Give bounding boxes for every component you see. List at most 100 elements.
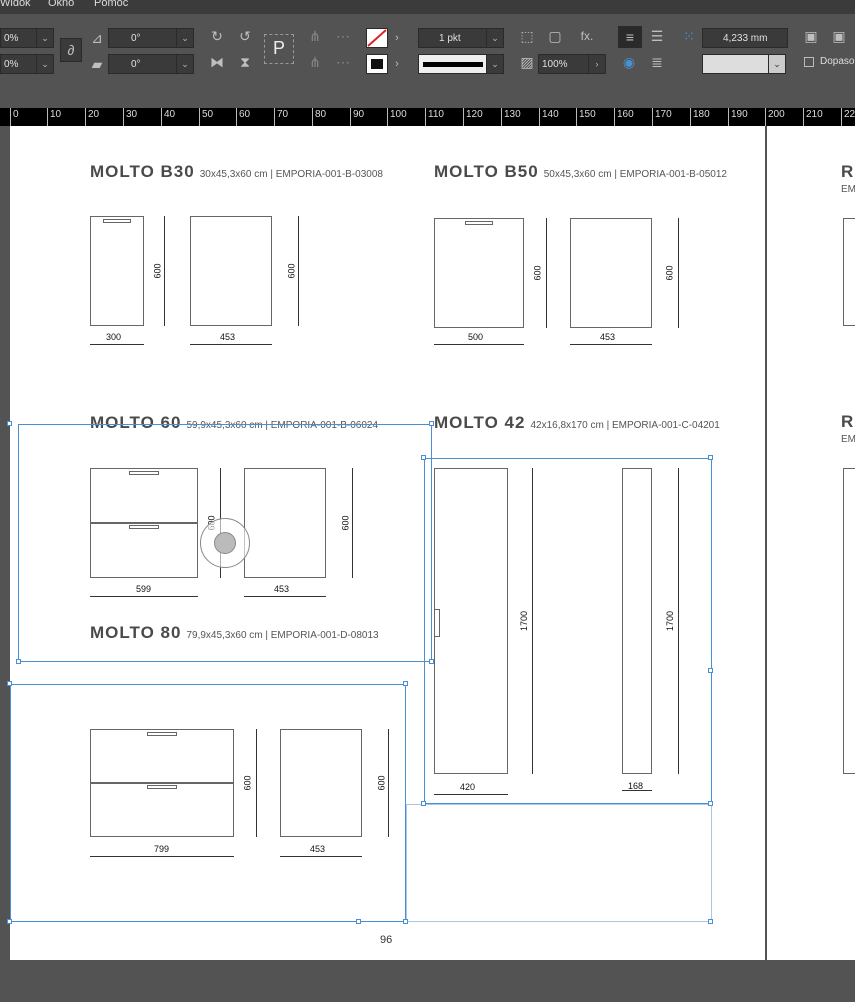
selection-handle[interactable] [421,455,426,460]
selection-handle[interactable] [708,455,713,460]
rotate-ccw-icon[interactable]: ↺ [236,28,254,44]
ruler-tick: 170 [652,108,672,126]
ruler-tick: 130 [501,108,521,126]
offset-field[interactable]: 4,233 mm [702,28,788,48]
opacity-icon: ▨ [520,54,534,70]
selection-handle[interactable] [403,919,408,924]
select-content-icon[interactable]: ⋔ [306,54,324,70]
frame-fitting-dropdown[interactable]: ⌄ [702,54,786,74]
dimension-label: 453 [220,332,236,342]
ruler-tick: 40 [161,108,175,126]
selection-handle[interactable] [708,919,713,924]
align-lines-icon: ≡ [625,29,635,45]
ruler-tick: 160 [614,108,634,126]
cabinet-front-partial [843,218,855,326]
selection-handle[interactable] [16,659,21,664]
auto-fit-label: Dopaso [820,56,855,67]
selection-handle[interactable] [7,919,12,924]
opacity-field[interactable]: 100% › [538,54,606,74]
text-wrap-icon[interactable]: ⬚ [518,28,536,44]
selection-handle[interactable] [403,681,408,686]
effects-fx-icon[interactable]: fx. [576,28,598,44]
product-title-partial: R [841,412,855,431]
ruler-tick: 30 [123,108,137,126]
stroke-style-field[interactable]: ⌄ [418,54,504,74]
selection-handle[interactable] [429,421,434,426]
selection-frame[interactable] [18,424,432,662]
cabinet-front [434,218,524,328]
ruler-tick: 120 [463,108,483,126]
reference-point-p-icon[interactable]: P [264,34,294,64]
reference-grid-icon[interactable]: ⁙ [680,28,698,44]
constrain-proportions-button[interactable]: ∂ [60,38,82,62]
flip-horizontal-icon[interactable]: ⧓ [208,54,226,70]
selection-handle[interactable] [421,801,426,806]
control-panel: 0% ⌄ 0% ⌄ ∂ ⊿ ▰ 0° ⌄ 0° ⌄ ↻ ↺ ⧓ ⧗ P ⋔ ⋯ ⋔ ⋯ … [0,14,855,109]
ruler-tick: 210 [803,108,823,126]
selection-handle[interactable] [429,659,434,664]
product-subtitle-partial: EM [841,184,855,195]
ruler-tick: 180 [690,108,710,126]
ruler-tick: 70 [274,108,288,126]
ruler-tick: 80 [312,108,326,126]
auto-fit-checkbox[interactable] [804,57,814,67]
document-page[interactable]: MOLTO B30 30x45,3x60 cm | EMPORIA-001-B-0… [7,126,765,960]
drop-shadow-icon[interactable]: ▢ [546,28,564,44]
select-previous-icon[interactable]: ⋯ [334,28,352,44]
stroke-menu-chevron-icon[interactable]: › [390,56,404,72]
ruler-tick: 150 [576,108,596,126]
scale-y-field[interactable]: 0% ⌄ [0,54,54,74]
rotate-field[interactable]: 0° ⌄ [108,28,194,48]
rotate-cw-icon[interactable]: ↻ [208,28,226,44]
flip-vertical-icon[interactable]: ⧗ [236,54,254,70]
scale-x-field[interactable]: 0% ⌄ [0,28,54,48]
selection-bounds[interactable] [406,804,712,922]
link-icon: ∂ [67,42,75,58]
ruler-tick: 10 [47,108,61,126]
auto-fit-icon[interactable]: ◉ [620,54,638,70]
ruler-tick: 190 [728,108,748,126]
stroke-swatch[interactable] [366,54,388,74]
ruler-tick: 90 [350,108,364,126]
menu-item-help[interactable]: Pomoc [94,0,128,9]
selection-handle[interactable] [7,421,12,426]
fit-content-icon[interactable]: ▣ [830,28,848,44]
product-title: MOLTO B30 30x45,3x60 cm | EMPORIA-001-B-0… [90,162,383,181]
shear-field[interactable]: 0° ⌄ [108,54,194,74]
ruler-tick: 60 [236,108,250,126]
menu-item-window[interactable]: Okno [48,0,74,9]
fill-menu-chevron-icon[interactable]: › [390,30,404,46]
selection-handle[interactable] [7,681,12,686]
dimension-label: 600 [152,263,163,279]
select-container-icon[interactable]: ⋔ [306,28,324,44]
stroke-weight-field[interactable]: 1 pkt ⌄ [418,28,504,48]
fit-frame-icon[interactable]: ▣ [802,28,820,44]
distribute-icon[interactable]: ≣ [648,54,666,70]
dimension-label: 600 [532,265,543,281]
align-center-icon[interactable]: ☰ [648,28,666,44]
ruler-tick: 100 [387,108,407,126]
ruler-tick: 0 [10,108,19,126]
selection-handle[interactable] [356,919,361,924]
align-top-button[interactable]: ≡ [618,26,642,48]
document-canvas[interactable]: MOLTO B30 30x45,3x60 cm | EMPORIA-001-B-0… [0,126,855,1002]
select-next-icon[interactable]: ⋯ [334,54,352,70]
product-title-partial: R [841,162,855,181]
selection-frame[interactable] [424,458,712,804]
dimension-label: 600 [664,265,675,281]
selection-handle[interactable] [708,801,713,806]
selection-frame[interactable] [10,684,406,922]
selection-handle[interactable] [708,668,713,673]
cabinet-side [190,216,272,326]
horizontal-ruler[interactable]: 0 10 20 30 40 50 60 70 80 90 100 110 120… [0,108,855,126]
ruler-tick: 140 [539,108,559,126]
fill-swatch[interactable] [366,28,388,48]
no-fill-icon [367,29,387,47]
page-number: 96 [380,934,393,946]
adjacent-page[interactable]: R EM R EM [767,126,855,960]
menu-item-view[interactable]: Widok [0,0,31,9]
shear-angle-icon: ▰ [91,56,103,72]
ruler-tick: 110 [425,108,444,126]
ruler-tick: 50 [199,108,213,126]
product-title: MOLTO 42 42x16,8x170 cm | EMPORIA-001-C-0… [434,413,720,432]
